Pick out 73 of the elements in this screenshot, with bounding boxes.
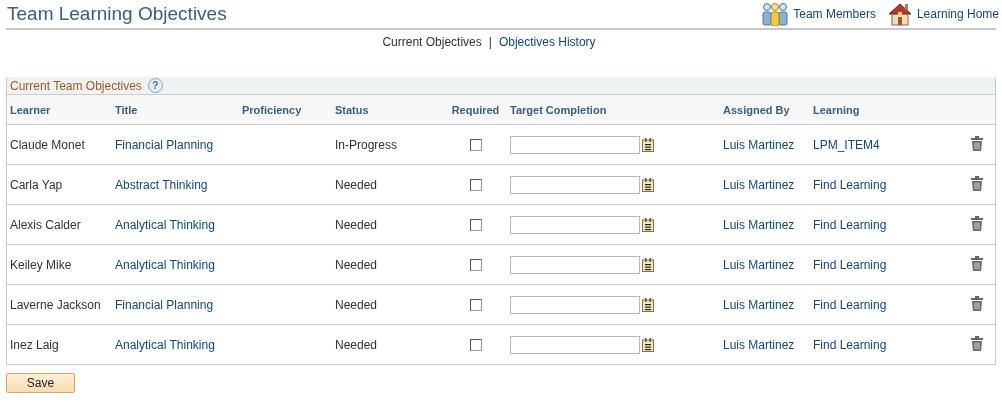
date-field[interactable] bbox=[510, 175, 640, 194]
date-field[interactable] bbox=[510, 255, 640, 274]
date-field[interactable] bbox=[510, 295, 640, 314]
column-header: Required bbox=[451, 103, 500, 116]
required-checkbox[interactable] bbox=[469, 259, 482, 272]
learning-link[interactable]: Find Learning bbox=[813, 257, 887, 272]
learner-name: Carla Yap bbox=[10, 177, 63, 192]
assigned-by-link[interactable]: Luis Martinez bbox=[723, 297, 795, 312]
status-text: Needed bbox=[335, 257, 378, 272]
learner-name: Claude Monet bbox=[10, 137, 85, 152]
help-icon[interactable]: ? bbox=[147, 78, 163, 93]
learner-name: Laverne Jackson bbox=[10, 297, 101, 312]
save-button[interactable]: Save bbox=[6, 373, 75, 393]
learner-name: Keiley Mike bbox=[10, 257, 72, 272]
house-icon bbox=[887, 2, 912, 26]
date-field[interactable] bbox=[510, 335, 640, 354]
header-link[interactable]: Team Members bbox=[762, 2, 876, 26]
status-text: Needed bbox=[335, 297, 378, 312]
column-header: Target Completion bbox=[510, 103, 607, 116]
title-link[interactable]: Financial Planning bbox=[115, 137, 214, 152]
title-link[interactable]: Analytical Thinking bbox=[115, 337, 215, 352]
status-text: Needed bbox=[335, 177, 378, 192]
column-header: Learner bbox=[10, 103, 51, 116]
required-checkbox[interactable] bbox=[469, 179, 482, 192]
column-header: Proficiency bbox=[242, 103, 302, 116]
required-checkbox[interactable] bbox=[469, 299, 482, 312]
status-text: In-Progress bbox=[335, 137, 398, 152]
title-link[interactable]: Analytical Thinking bbox=[115, 217, 215, 232]
learner-name: Alexis Calder bbox=[10, 217, 81, 232]
date-field[interactable] bbox=[510, 215, 640, 234]
trash-icon[interactable] bbox=[971, 135, 983, 151]
nav-link[interactable]: Objectives History bbox=[498, 35, 596, 77]
required-checkbox[interactable] bbox=[469, 139, 482, 152]
status-text: Needed bbox=[335, 217, 378, 232]
people-icon bbox=[762, 2, 789, 26]
title-link[interactable]: Analytical Thinking bbox=[115, 257, 215, 272]
title-link[interactable]: Financial Planning bbox=[115, 297, 214, 312]
column-header: Learning bbox=[813, 103, 860, 116]
calendar-icon[interactable] bbox=[642, 177, 654, 192]
assigned-by-link[interactable]: Luis Martinez bbox=[723, 137, 795, 152]
required-checkbox[interactable] bbox=[469, 219, 482, 232]
learning-link[interactable]: Find Learning bbox=[813, 217, 887, 232]
page-title: Team Learning Objectives bbox=[6, 3, 227, 25]
learning-link[interactable]: LPM_ITEM4 bbox=[813, 137, 880, 152]
assigned-by-link[interactable]: Luis Martinez bbox=[723, 257, 795, 272]
header-link[interactable]: Learning Home bbox=[887, 2, 999, 26]
assigned-by-link[interactable]: Luis Martinez bbox=[723, 337, 795, 352]
learning-link[interactable]: Find Learning bbox=[813, 177, 887, 192]
date-field[interactable] bbox=[510, 135, 640, 154]
calendar-icon[interactable] bbox=[642, 137, 654, 152]
trash-icon[interactable] bbox=[971, 295, 983, 311]
learner-name: Inez Laig bbox=[10, 337, 59, 352]
section-title: Current Team Objectives bbox=[10, 78, 142, 93]
column-header: Title bbox=[115, 103, 138, 116]
nav-link[interactable]: Current Objectives bbox=[382, 35, 482, 77]
status-text: Needed bbox=[335, 337, 378, 352]
calendar-icon[interactable] bbox=[642, 337, 654, 352]
assigned-by-link[interactable]: Luis Martinez bbox=[723, 177, 795, 192]
learning-link[interactable]: Find Learning bbox=[813, 337, 887, 352]
nav-separator: | bbox=[488, 35, 492, 51]
learning-link[interactable]: Find Learning bbox=[813, 297, 887, 312]
title-link[interactable]: Abstract Thinking bbox=[115, 177, 208, 192]
trash-icon[interactable] bbox=[971, 255, 983, 271]
column-header: Assigned By bbox=[723, 103, 790, 116]
assigned-by-link[interactable]: Luis Martinez bbox=[723, 217, 795, 232]
calendar-icon[interactable] bbox=[642, 297, 654, 312]
trash-icon[interactable] bbox=[971, 335, 983, 351]
trash-icon[interactable] bbox=[971, 175, 983, 191]
calendar-icon[interactable] bbox=[642, 257, 654, 272]
trash-icon[interactable] bbox=[971, 215, 983, 231]
column-header: Status bbox=[335, 103, 369, 116]
required-checkbox[interactable] bbox=[469, 339, 482, 352]
calendar-icon[interactable] bbox=[642, 217, 654, 232]
